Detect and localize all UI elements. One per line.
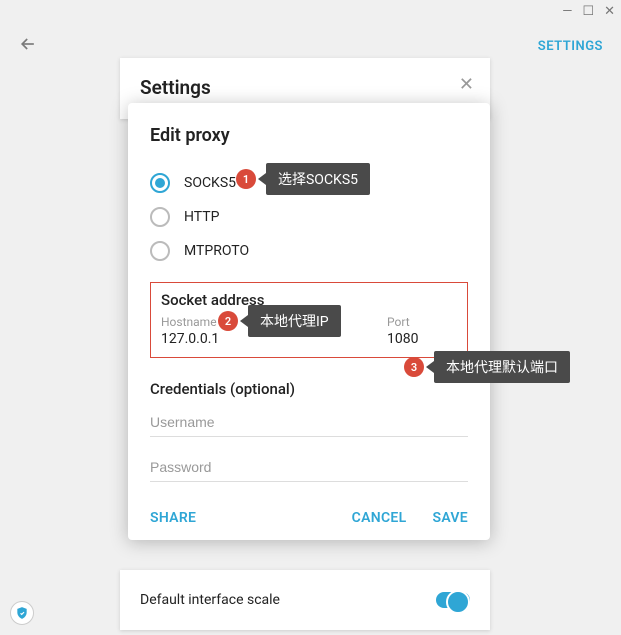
share-button[interactable]: SHARE [150,510,196,526]
password-input[interactable] [150,451,468,482]
radio-icon [150,241,170,261]
hostname-value: 127.0.0.1 [161,331,369,347]
credentials-title: Credentials (optional) [150,380,468,398]
proxy-type-mtproto[interactable]: MTPROTO [150,234,468,268]
settings-row-interface-scale[interactable]: Default interface scale [120,570,490,630]
port-value: 1080 [387,331,457,347]
hostname-label: Hostname [161,315,369,329]
settings-link[interactable]: SETTINGS [538,39,603,54]
radio-label: HTTP [184,209,219,225]
settings-panel-title: Settings [140,76,470,99]
proxy-type-http[interactable]: HTTP [150,200,468,234]
socket-address-section: Socket address Hostname 127.0.0.1 Port 1… [150,282,468,358]
radio-icon [150,207,170,227]
close-window-button[interactable]: ✕ [604,4,615,19]
close-icon[interactable]: ✕ [459,74,474,95]
username-input[interactable] [150,406,468,437]
proxy-type-socks5[interactable]: SOCKS5 [150,166,468,200]
settings-row-label: Default interface scale [140,592,280,608]
back-arrow-icon[interactable] [18,34,38,59]
hostname-field[interactable]: Hostname 127.0.0.1 [161,315,369,347]
maximize-button[interactable]: ☐ [582,4,594,19]
window-titlebar: — ☐ ✕ [0,0,621,22]
radio-label: SOCKS5 [184,175,236,191]
port-label: Port [387,315,457,329]
radio-label: MTPROTO [184,243,249,259]
shield-icon[interactable] [10,601,34,625]
port-field[interactable]: Port 1080 [387,315,457,347]
cancel-button[interactable]: CANCEL [352,510,407,526]
modal-footer: SHARE CANCEL SAVE [150,510,468,526]
modal-title: Edit proxy [150,125,468,146]
edit-proxy-modal: Edit proxy SOCKS5 HTTP MTPROTO Socket ad… [128,103,490,540]
toggle-interface-scale[interactable] [436,592,470,608]
save-button[interactable]: SAVE [432,510,468,526]
section-title: Socket address [161,291,457,309]
minimize-button[interactable]: — [562,4,572,19]
radio-icon [150,173,170,193]
